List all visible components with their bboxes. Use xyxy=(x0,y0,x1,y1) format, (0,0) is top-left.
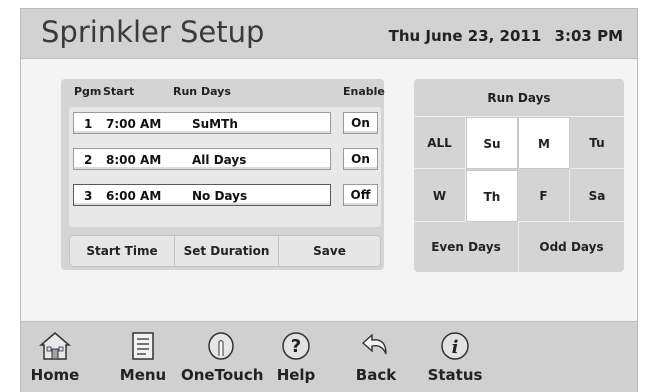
program-2-enable-toggle[interactable]: On xyxy=(343,148,378,170)
onetouch-icon xyxy=(208,332,234,360)
program-start-time: 8:00 AM xyxy=(106,153,162,167)
column-header-enable: Enable xyxy=(343,85,385,98)
column-header-pgm: Pgm xyxy=(74,85,102,98)
nav-status-button[interactable]: i Status xyxy=(425,322,485,392)
sprinkler-setup-screen: Sprinkler Setup Thu June 23, 2011 3:03 P… xyxy=(20,8,638,392)
date-text: Thu June 23, 2011 xyxy=(388,27,542,45)
header-bar: Sprinkler Setup Thu June 23, 2011 3:03 P… xyxy=(21,9,637,59)
even-days-button[interactable]: Even Days xyxy=(414,222,519,272)
program-number: 2 xyxy=(84,153,93,167)
day-button-sunday[interactable]: Su xyxy=(466,117,518,169)
set-duration-button[interactable]: Set Duration xyxy=(175,236,279,266)
day-button-friday[interactable]: F xyxy=(518,170,570,222)
column-header-run-days: Run Days xyxy=(173,85,231,98)
info-icon: i xyxy=(441,332,469,360)
day-button-monday[interactable]: M xyxy=(518,117,570,169)
page-title: Sprinkler Setup xyxy=(41,15,265,49)
run-days-panel: Run Days ALL Su M Tu W Th F Sa Even Days… xyxy=(414,79,624,272)
column-header-start: Start xyxy=(103,85,135,98)
nav-menu-button[interactable]: Menu xyxy=(113,322,173,392)
program-1-enable-toggle[interactable]: On xyxy=(343,112,378,134)
menu-icon xyxy=(132,332,154,360)
time-text: 3:03 PM xyxy=(554,27,623,45)
back-arrow-icon xyxy=(361,333,387,355)
day-button-all[interactable]: ALL xyxy=(414,117,466,169)
nav-onetouch-button[interactable]: OneTouch xyxy=(181,322,264,392)
bottom-nav-bar: Home Menu OneTouch ? Help Back i Status xyxy=(21,321,637,392)
start-time-button[interactable]: Start Time xyxy=(70,236,175,266)
program-row-3[interactable]: 3 6:00 AM No Days xyxy=(73,184,331,206)
program-number: 1 xyxy=(84,117,93,131)
day-button-saturday[interactable]: Sa xyxy=(570,170,624,222)
program-3-enable-toggle[interactable]: Off xyxy=(343,184,378,206)
save-button[interactable]: Save xyxy=(279,236,380,266)
program-row-2[interactable]: 2 8:00 AM All Days xyxy=(73,148,331,170)
nav-back-button[interactable]: Back xyxy=(351,322,401,392)
nav-onetouch-label: OneTouch xyxy=(181,366,264,384)
help-icon: ? xyxy=(282,332,310,360)
program-action-bar: Start Time Set Duration Save xyxy=(69,235,381,267)
program-run-days: SuMTh xyxy=(192,117,238,131)
program-row-1[interactable]: 1 7:00 AM SuMTh xyxy=(73,112,331,134)
svg-text:?: ? xyxy=(291,336,301,357)
program-run-days: No Days xyxy=(192,189,248,203)
day-button-thursday[interactable]: Th xyxy=(466,170,518,222)
program-number: 3 xyxy=(84,189,93,203)
program-start-time: 7:00 AM xyxy=(106,117,162,131)
program-run-days: All Days xyxy=(192,153,247,167)
day-button-tuesday[interactable]: Tu xyxy=(570,117,624,169)
nav-home-button[interactable]: Home xyxy=(21,322,89,392)
odd-days-button[interactable]: Odd Days xyxy=(519,222,624,272)
nav-home-label: Home xyxy=(30,366,80,384)
nav-menu-label: Menu xyxy=(119,366,167,384)
run-days-title: Run Days xyxy=(414,79,624,117)
nav-help-button[interactable]: ? Help xyxy=(271,322,321,392)
svg-text:i: i xyxy=(452,337,459,358)
program-start-time: 6:00 AM xyxy=(106,189,162,203)
date-time-display: Thu June 23, 2011 3:03 PM xyxy=(381,27,623,45)
nav-help-label: Help xyxy=(276,366,316,384)
home-icon xyxy=(39,332,71,360)
program-panel: Pgm Start Run Days Enable 1 7:00 AM SuMT… xyxy=(61,79,385,270)
program-list: 1 7:00 AM SuMTh On 2 8:00 AM All Days On… xyxy=(69,107,381,227)
day-button-wednesday[interactable]: W xyxy=(414,170,466,222)
nav-status-label: Status xyxy=(427,366,483,384)
nav-back-label: Back xyxy=(355,366,397,384)
